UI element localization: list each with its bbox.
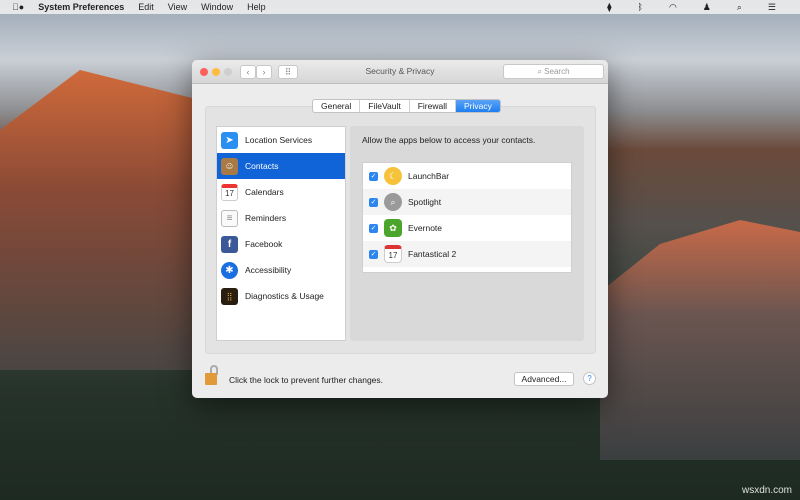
help-button[interactable]: ? xyxy=(583,372,596,385)
tab-privacy[interactable]: Privacy xyxy=(455,100,500,112)
user-icon[interactable]: ♟ xyxy=(703,2,711,13)
launchbar-icon: ☾ xyxy=(384,167,402,185)
sidebar-item-facebook[interactable]: f Facebook xyxy=(217,231,345,257)
fantastical-checkbox[interactable]: ✓ xyxy=(369,249,378,259)
menu-bar: ● System Preferences Edit View Window H… xyxy=(0,0,800,14)
app-row-fantastical: ✓ 17 Fantastical 2 xyxy=(363,241,571,267)
spotlight-search-icon[interactable]: ⌕ xyxy=(737,2,742,13)
lock-message: Click the lock to prevent further change… xyxy=(229,375,384,385)
menu-app-name[interactable]: System Preferences xyxy=(38,2,124,12)
app-name: LaunchBar xyxy=(408,171,450,181)
calendar-icon: 17 xyxy=(221,183,238,201)
unlocked-padlock-icon[interactable] xyxy=(205,365,219,385)
app-access-pane: Allow the apps below to access your cont… xyxy=(350,126,584,341)
dropbox-icon[interactable]: ⧫ xyxy=(607,2,611,13)
wallpaper-mountain xyxy=(600,220,800,460)
search-placeholder: Search xyxy=(544,67,570,76)
sidebar-item-reminders[interactable]: ≡ Reminders xyxy=(217,205,345,231)
sidebar-item-label: Calendars xyxy=(245,187,284,197)
app-row-launchbar: ✓ ☾ LaunchBar xyxy=(363,163,571,189)
sidebar-item-label: Location Services xyxy=(245,135,313,145)
app-row-spotlight: ✓ ⌕ Spotlight xyxy=(363,189,571,215)
security-privacy-window: ‹ › ⠿ Security & Privacy ⌕ Search Genera… xyxy=(192,60,608,398)
tab-general[interactable]: General xyxy=(313,100,361,112)
app-name: Evernote xyxy=(408,223,443,233)
tab-filevault[interactable]: FileVault xyxy=(360,100,410,112)
spotlight-magnifier-icon: ⌕ xyxy=(384,193,402,211)
sidebar-item-diagnostics-usage[interactable]: ⣿ Diagnostics & Usage xyxy=(217,283,345,309)
tab-bar: General FileVault Firewall Privacy xyxy=(312,99,501,113)
sidebar-item-label: Accessibility xyxy=(245,265,292,275)
menu-edit[interactable]: Edit xyxy=(138,2,154,12)
privacy-category-list: ➤ Location Services ☺ Contacts 17 Calendars… xyxy=(216,126,346,341)
bluetooth-icon[interactable]: ᛒ xyxy=(638,2,643,12)
sidebar-item-contacts[interactable]: ☺ Contacts xyxy=(217,153,345,179)
sidebar-item-label: Facebook xyxy=(245,239,283,249)
app-name: Fantastical 2 xyxy=(408,249,457,259)
accessibility-icon: ✱ xyxy=(221,261,238,279)
fantastical-calendar-icon: 17 xyxy=(384,245,402,263)
location-arrow-icon: ➤ xyxy=(221,131,238,149)
sidebar-item-label: Diagnostics & Usage xyxy=(245,291,324,301)
menu-window[interactable]: Window xyxy=(201,2,233,12)
advanced-button[interactable]: Advanced... xyxy=(514,372,574,386)
title-bar: ‹ › ⠿ Security & Privacy ⌕ Search xyxy=(192,60,608,84)
access-description: Allow the apps below to access your cont… xyxy=(362,135,536,145)
evernote-elephant-icon: ✿ xyxy=(384,219,402,237)
tab-firewall[interactable]: Firewall xyxy=(410,100,456,112)
wifi-icon[interactable]: ◠ xyxy=(669,2,677,13)
search-input[interactable]: ⌕ Search xyxy=(503,64,604,79)
facebook-icon: f xyxy=(221,235,238,253)
app-row-evernote: ✓ ✿ Evernote xyxy=(363,215,571,241)
watermark: wsxdn.com xyxy=(741,485,792,496)
menu-view[interactable]: View xyxy=(168,2,187,12)
spotlight-checkbox[interactable]: ✓ xyxy=(369,197,378,207)
menu-help[interactable]: Help xyxy=(247,2,266,12)
sidebar-item-label: Reminders xyxy=(245,213,287,223)
diagnostics-grid-icon: ⣿ xyxy=(221,287,238,305)
apple-menu-icon[interactable]: ● xyxy=(12,2,24,12)
sidebar-item-label: Contacts xyxy=(245,161,279,171)
sidebar-item-location-services[interactable]: ➤ Location Services xyxy=(217,127,345,153)
wallpaper-mountain xyxy=(0,70,200,370)
launchbar-checkbox[interactable]: ✓ xyxy=(369,171,378,181)
sidebar-item-accessibility[interactable]: ✱ Accessibility xyxy=(217,257,345,283)
app-list: ✓ ☾ LaunchBar ✓ ⌕ Spotlight ✓ ✿ Evernote ✓ 17 Fa… xyxy=(362,162,572,273)
notification-center-icon[interactable]: ☰ xyxy=(768,2,776,13)
contacts-book-icon: ☺ xyxy=(221,157,238,175)
app-name: Spotlight xyxy=(408,197,442,207)
evernote-checkbox[interactable]: ✓ xyxy=(369,223,378,233)
reminders-list-icon: ≡ xyxy=(221,209,238,227)
sidebar-item-calendars[interactable]: 17 Calendars xyxy=(217,179,345,205)
